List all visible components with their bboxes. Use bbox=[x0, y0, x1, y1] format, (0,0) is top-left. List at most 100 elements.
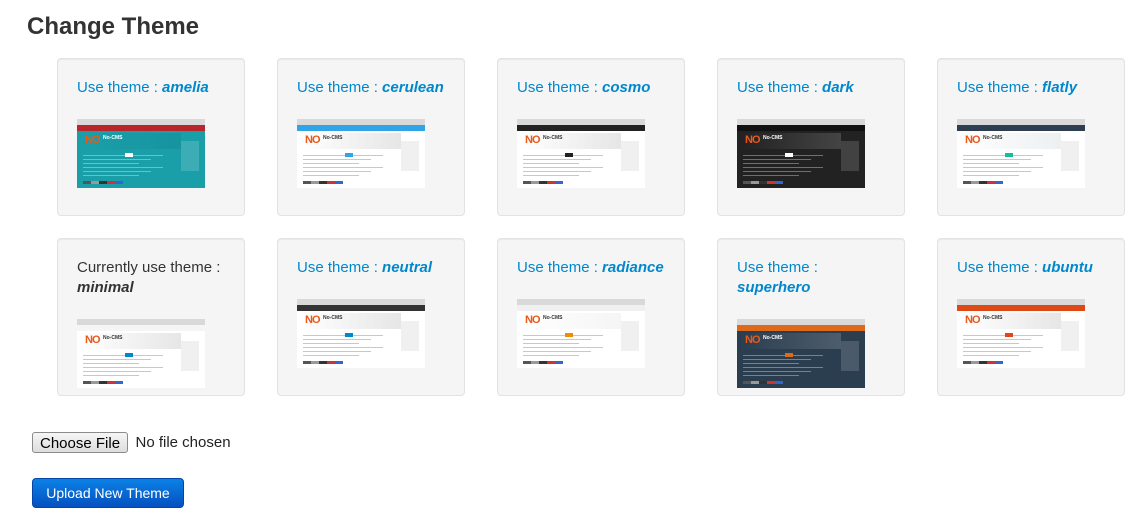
preview-text-line bbox=[523, 339, 591, 340]
theme-preview-image[interactable]: NO No-CMS bbox=[77, 119, 205, 188]
theme-card-neutral[interactable]: Use theme : neutral NO No-CMS bbox=[277, 238, 465, 396]
preview-text-line bbox=[523, 167, 603, 168]
preview-text-line bbox=[743, 175, 799, 176]
preview-sidebar bbox=[181, 341, 199, 371]
theme-caption-prefix: Use theme : bbox=[297, 259, 378, 276]
preview-footer-badges bbox=[743, 381, 783, 384]
theme-caption[interactable]: Use theme : superhero bbox=[737, 258, 890, 298]
theme-card-ubuntu[interactable]: Use theme : ubuntu NO No-CMS bbox=[937, 238, 1125, 396]
theme-card-flatly[interactable]: Use theme : flatly NO No-CMS bbox=[937, 58, 1125, 216]
preview-text-line bbox=[303, 167, 383, 168]
preview-text-line bbox=[303, 159, 371, 160]
preview-text-line bbox=[743, 355, 823, 356]
preview-footer-badges bbox=[963, 361, 1003, 364]
preview-text-line bbox=[83, 371, 151, 372]
theme-caption[interactable]: Use theme : dark bbox=[737, 78, 890, 98]
preview-text-line bbox=[303, 155, 383, 156]
theme-card-superhero[interactable]: Use theme : superhero NO No-CMS bbox=[717, 238, 905, 396]
preview-brand: No-CMS bbox=[983, 315, 1003, 321]
preview-text-line bbox=[523, 335, 603, 336]
file-upload-row: Choose File No file chosen bbox=[32, 432, 231, 453]
preview-text-line bbox=[743, 167, 823, 168]
preview-navbar bbox=[297, 305, 425, 311]
theme-preview-image[interactable]: NO No-CMS bbox=[957, 119, 1085, 188]
theme-name: ubuntu bbox=[1042, 259, 1093, 276]
preview-logo: NO bbox=[745, 334, 760, 346]
preview-text-line bbox=[963, 175, 1019, 176]
preview-button bbox=[785, 353, 793, 357]
preview-button bbox=[565, 153, 573, 157]
preview-logo: NO bbox=[525, 134, 540, 146]
preview-navbar bbox=[517, 125, 645, 131]
preview-navbar bbox=[517, 305, 645, 311]
theme-card-minimal: Currently use theme : minimal NO No-CMS bbox=[57, 238, 245, 396]
preview-text-line bbox=[83, 167, 163, 168]
preview-button bbox=[1005, 333, 1013, 337]
theme-caption[interactable]: Use theme : ubuntu bbox=[957, 258, 1110, 278]
preview-logo: NO bbox=[745, 134, 760, 146]
theme-caption[interactable]: Use theme : flatly bbox=[957, 78, 1110, 98]
preview-text-line bbox=[743, 367, 823, 368]
theme-name: cerulean bbox=[382, 79, 444, 96]
theme-preview-image[interactable]: NO No-CMS bbox=[517, 299, 645, 368]
preview-text-line bbox=[303, 343, 359, 344]
theme-preview-image[interactable]: NO No-CMS bbox=[737, 319, 865, 388]
preview-brand: No-CMS bbox=[763, 135, 783, 141]
preview-text-line bbox=[963, 171, 1031, 172]
preview-sidebar bbox=[1061, 141, 1079, 171]
preview-button bbox=[785, 153, 793, 157]
preview-text-line bbox=[303, 175, 359, 176]
theme-caption-prefix: Use theme : bbox=[737, 259, 818, 276]
theme-card-cerulean[interactable]: Use theme : cerulean NO No-CMS bbox=[277, 58, 465, 216]
theme-caption[interactable]: Use theme : amelia bbox=[77, 78, 230, 98]
preview-text-line bbox=[963, 163, 1019, 164]
preview-text-line bbox=[523, 343, 579, 344]
preview-text-line bbox=[303, 347, 383, 348]
preview-text-line bbox=[523, 175, 579, 176]
theme-caption-prefix: Use theme : bbox=[77, 79, 158, 96]
theme-card-radiance[interactable]: Use theme : radiance NO No-CMS bbox=[497, 238, 685, 396]
preview-text-line bbox=[743, 155, 823, 156]
preview-text-line bbox=[83, 355, 163, 356]
preview-text-line bbox=[83, 163, 139, 164]
upload-new-theme-button[interactable]: Upload New Theme bbox=[32, 478, 184, 508]
preview-text-line bbox=[963, 351, 1031, 352]
preview-text-line bbox=[303, 355, 359, 356]
page-title: Change Theme bbox=[27, 13, 200, 40]
choose-file-button[interactable]: Choose File bbox=[32, 432, 129, 453]
preview-text-line bbox=[83, 155, 163, 156]
preview-text-line bbox=[963, 339, 1031, 340]
preview-navbar bbox=[957, 125, 1085, 131]
theme-name: amelia bbox=[162, 79, 209, 96]
theme-preview-image[interactable]: NO No-CMS bbox=[297, 119, 425, 188]
preview-text-line bbox=[963, 159, 1031, 160]
preview-button bbox=[345, 333, 353, 337]
preview-button bbox=[565, 333, 573, 337]
preview-text-line bbox=[523, 155, 603, 156]
preview-logo: NO bbox=[525, 314, 540, 326]
theme-caption[interactable]: Use theme : radiance bbox=[517, 258, 670, 278]
preview-logo: NO bbox=[305, 314, 320, 326]
theme-card-cosmo[interactable]: Use theme : cosmo NO No-CMS bbox=[497, 58, 685, 216]
theme-preview-image[interactable]: NO No-CMS bbox=[957, 299, 1085, 368]
preview-text-line bbox=[303, 171, 371, 172]
theme-caption[interactable]: Use theme : cosmo bbox=[517, 78, 670, 98]
theme-caption[interactable]: Use theme : cerulean bbox=[297, 78, 450, 98]
preview-footer-badges bbox=[523, 361, 563, 364]
preview-brand: No-CMS bbox=[103, 135, 123, 141]
preview-footer-badges bbox=[303, 181, 343, 184]
preview-navbar bbox=[737, 325, 865, 331]
preview-text-line bbox=[963, 347, 1043, 348]
theme-name: minimal bbox=[77, 279, 134, 296]
preview-text-line bbox=[743, 159, 811, 160]
preview-text-line bbox=[743, 171, 811, 172]
theme-preview-image[interactable]: NO No-CMS bbox=[517, 119, 645, 188]
theme-caption[interactable]: Use theme : neutral bbox=[297, 258, 450, 278]
theme-preview-image[interactable]: NO No-CMS bbox=[297, 299, 425, 368]
preview-text-line bbox=[963, 167, 1043, 168]
theme-card-dark[interactable]: Use theme : dark NO No-CMS bbox=[717, 58, 905, 216]
theme-preview-image[interactable]: NO No-CMS bbox=[737, 119, 865, 188]
preview-brand: No-CMS bbox=[103, 335, 123, 341]
theme-card-amelia[interactable]: Use theme : amelia NO No-CMS bbox=[57, 58, 245, 216]
preview-navbar bbox=[297, 125, 425, 131]
